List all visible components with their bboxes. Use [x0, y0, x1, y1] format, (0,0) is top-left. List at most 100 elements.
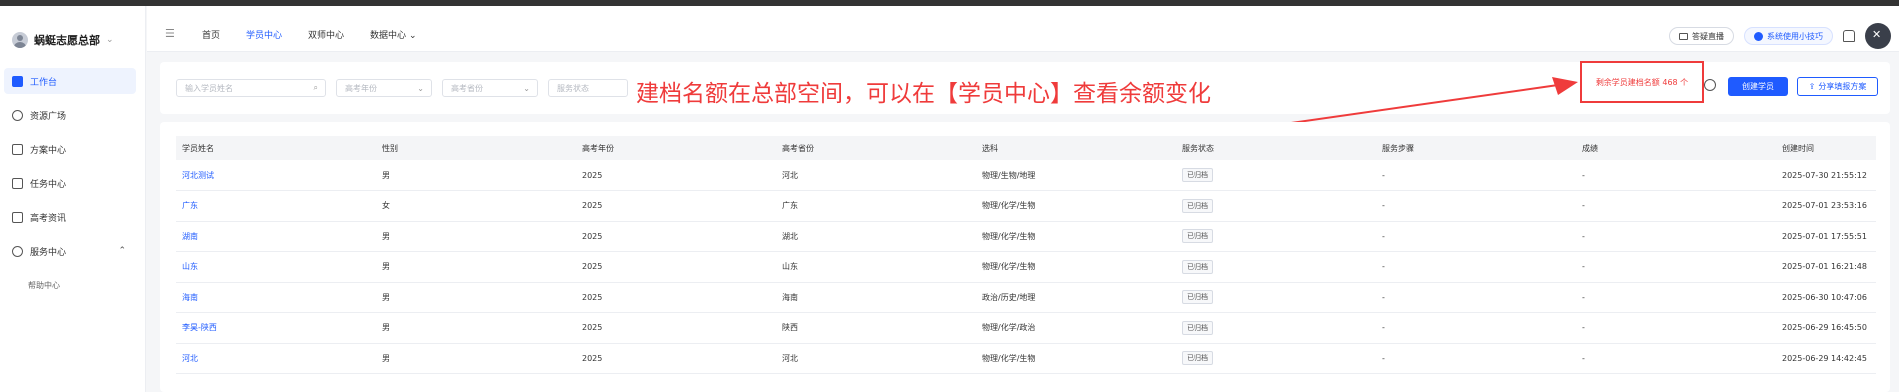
org-name: 蜗蜓志愿总部 — [34, 34, 100, 47]
sidebar-item-plans[interactable]: 方案中心 — [4, 136, 136, 162]
sidebar-item-label: 工作台 — [30, 77, 58, 88]
table-cell: - — [1582, 201, 1585, 211]
service-status-select[interactable]: 服务状态 — [548, 79, 628, 97]
table-cell: 2025 — [582, 323, 603, 333]
remaining-quota-box: 剩余学员建档名额 468 个 — [1580, 61, 1704, 103]
menu-collapse-icon[interactable]: ☰ — [165, 27, 175, 40]
tab-dual-teacher[interactable]: 双师中心 — [308, 28, 344, 41]
sidebar-item-label: 高考资讯 — [30, 213, 67, 224]
sidebar-item-tasks[interactable]: 任务中心 — [4, 170, 136, 196]
column-header: 服务步骤 — [1382, 143, 1414, 153]
table-cell: - — [1382, 231, 1385, 241]
search-placeholder: 输入学员姓名 — [185, 83, 233, 93]
dashboard-icon — [12, 75, 23, 87]
table-row[interactable]: 河北测试男 2025 河北 物理/生物/地理 已归档 - - 2025-07-30 21:55… — [176, 160, 1876, 191]
chevron-up-icon: ⌃ — [118, 246, 126, 256]
table-cell: 2025-06-30 10:47:06 — [1782, 292, 1867, 302]
table-cell: 物理/化学/生物 — [982, 262, 1036, 272]
sidebar-item-label: 方案中心 — [30, 145, 67, 156]
table-cell: 男 — [382, 323, 390, 333]
status-badge: 已归档 — [1182, 351, 1213, 366]
chevron-down-icon: ⌄ — [408, 31, 417, 41]
table-row[interactable]: 湖南男 2025 湖北 物理/化学/生物 已归档 - - 2025-07-01 17:55:5… — [176, 221, 1876, 252]
student-name-search-input[interactable]: 输入学员姓名 ⌕ — [176, 79, 326, 97]
table-cell: - — [1582, 262, 1585, 272]
tab-data-center-label: 数据中心 — [370, 31, 407, 41]
student-name-link[interactable]: 河北 — [176, 343, 376, 374]
table-cell: 已归档 — [1176, 282, 1376, 313]
table-cell: 2025 — [582, 201, 603, 211]
exam-province-placeholder: 高考省份 — [451, 83, 483, 93]
table-row[interactable]: 山东男 2025 山东 物理/化学/生物 已归档 - -2025-07-01 16:21:4… — [176, 252, 1876, 283]
status-badge: 已归档 — [1182, 198, 1213, 213]
notification-icon[interactable] — [1843, 30, 1855, 42]
table-header-row: 学员姓名 性别 高考年份 高考省份 选科 服务状态 服务步骤 成绩 创建时间 — [176, 136, 1876, 160]
student-name-link[interactable]: 广东 — [176, 191, 376, 222]
table-cell: - — [1582, 292, 1585, 302]
table-row[interactable]: 李昊-陕西男 2025 陕西 物理/化学/政治 已归档 - - 2025-06-29 16:4… — [176, 313, 1876, 344]
table-cell: 河北 — [782, 170, 798, 180]
sidebar-item-label: 服务中心 — [30, 247, 67, 258]
org-switcher[interactable]: 蜗蜓志愿总部 ⌄ — [12, 26, 114, 54]
live-qa-button[interactable]: 答疑直播 — [1669, 27, 1734, 45]
sidebar-item-resources[interactable]: 资源广场 — [4, 102, 136, 128]
sidebar-subitem-help[interactable]: 帮助中心 — [4, 272, 136, 298]
sidebar-item-workbench[interactable]: 工作台 — [4, 68, 136, 94]
table-cell: 已归档 — [1176, 313, 1376, 344]
table-cell: 已归档 — [1176, 160, 1376, 191]
create-student-button[interactable]: 创建学员 — [1728, 77, 1788, 96]
table-cell: 2025 — [582, 262, 603, 272]
student-name-link[interactable]: 李昊-陕西 — [176, 313, 376, 344]
table-row[interactable]: 河北男 2025 河北 物理/化学/生物 已归档 - -2025-06-29 14:42:4… — [176, 343, 1876, 374]
history-icon[interactable] — [1704, 79, 1716, 91]
table-cell: 广东 — [782, 201, 798, 211]
tab-data-center[interactable]: 数据中心 ⌄ — [370, 28, 416, 41]
table-cell: 陕西 — [782, 323, 798, 333]
status-badge: 已归档 — [1182, 320, 1213, 335]
remaining-quota-text: 剩余学员建档名额 468 个 — [1595, 77, 1689, 87]
search-icon: ⌕ — [313, 83, 318, 92]
exam-year-select[interactable]: 高考年份 ⌄ — [336, 79, 432, 97]
table-cell: 物理/化学/生物 — [982, 231, 1036, 241]
live-qa-label: 答疑直播 — [1692, 31, 1724, 41]
sidebar-item-label: 资源广场 — [30, 111, 67, 122]
table-cell: 物理/化学/生物 — [982, 201, 1036, 211]
status-badge: 已归档 — [1182, 229, 1213, 244]
sidebar: 蜗蜓志愿总部 ⌄ 工作台 资源广场 方案中心 任务中心 高考资讯 服务中心 ⌃ … — [0, 6, 146, 392]
sidebar-item-news[interactable]: 高考资讯 — [4, 204, 136, 230]
table-row[interactable]: 广东女 2025 广东 物理/化学/生物 已归档 - -2025-07-01 23:53:1… — [176, 191, 1876, 222]
user-avatar[interactable] — [1865, 23, 1891, 49]
sidebar-item-service[interactable]: 服务中心 ⌃ — [4, 238, 136, 264]
table-cell: 已归档 — [1176, 191, 1376, 222]
share-plan-button[interactable]: ⇪ 分享填报方案 — [1797, 77, 1878, 96]
tab-student-center[interactable]: 学员中心 — [246, 28, 282, 41]
table-row[interactable]: 海南男 2025 海南 政治/历史/地理 已归档 - -2025-06-30 10:47:0… — [176, 282, 1876, 313]
column-header: 选科 — [982, 143, 998, 153]
tv-icon — [1679, 32, 1688, 40]
student-name-link[interactable]: 海南 — [176, 282, 376, 313]
table-cell: 已归档 — [1176, 252, 1376, 283]
student-name-link[interactable]: 河北测试 — [176, 160, 376, 191]
table-cell: 2025-07-01 17:55:51 — [1782, 231, 1867, 241]
table-cell: - — [1382, 353, 1385, 363]
status-badge: 已归档 — [1182, 290, 1213, 305]
table-cell: - — [1382, 292, 1385, 302]
table-cell: 已归档 — [1176, 343, 1376, 374]
column-header: 服务状态 — [1182, 143, 1214, 153]
table-cell: - — [1582, 323, 1585, 333]
table-body: 河北测试男 2025 河北 物理/生物/地理 已归档 - -2025-07-30 21:55… — [176, 160, 1876, 374]
column-header: 性别 — [382, 143, 398, 153]
table-cell: 男 — [382, 170, 390, 180]
exam-province-select[interactable]: 高考省份 ⌄ — [442, 79, 538, 97]
tab-home[interactable]: 首页 — [202, 28, 220, 41]
column-header: 创建时间 — [1782, 143, 1814, 153]
tips-button[interactable]: 系统使用小技巧 — [1744, 27, 1833, 45]
exam-year-placeholder: 高考年份 — [345, 83, 377, 93]
book-icon — [12, 143, 23, 155]
table-cell: 男 — [382, 262, 390, 272]
student-name-link[interactable]: 湖南 — [176, 221, 376, 252]
table-cell: 2025 — [582, 170, 603, 180]
student-name-link[interactable]: 山东 — [176, 252, 376, 283]
chevron-down-icon: ⌄ — [106, 35, 114, 45]
tips-label: 系统使用小技巧 — [1767, 31, 1823, 41]
